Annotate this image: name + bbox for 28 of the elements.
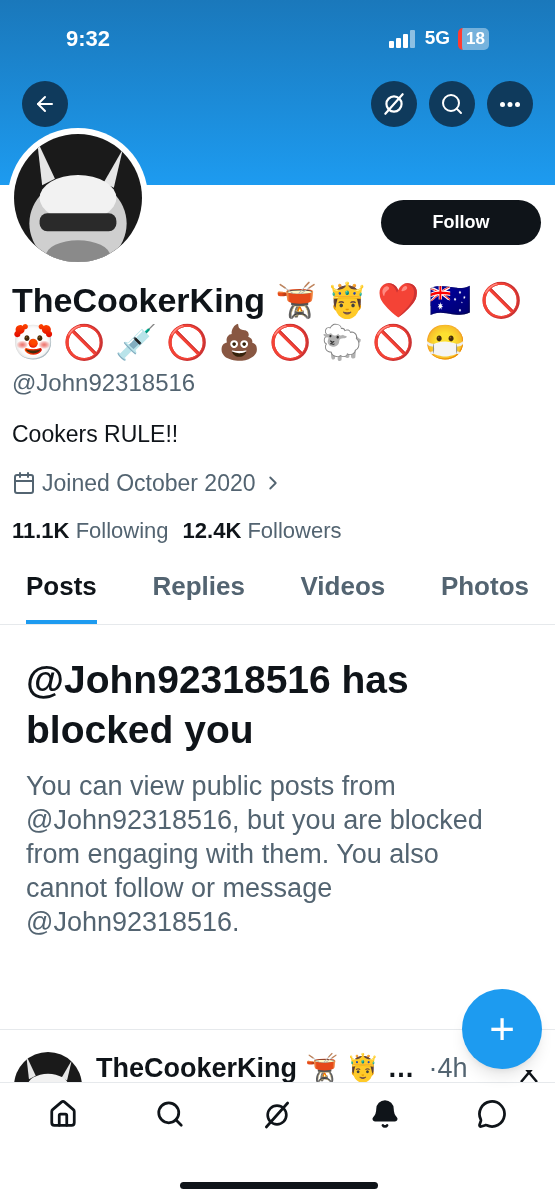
- status-time: 9:32: [66, 25, 111, 53]
- profile-tab[interactable]: Posts: [26, 567, 97, 624]
- following-link[interactable]: 11.1K Following: [12, 514, 169, 547]
- profile-handle: @John92318516: [12, 368, 197, 398]
- profile-tab[interactable]: Replies: [152, 567, 245, 624]
- search-icon: [440, 92, 464, 116]
- search-button[interactable]: [429, 81, 475, 127]
- joined-date: Joined October 2020: [42, 468, 256, 498]
- back-button[interactable]: [22, 81, 68, 127]
- profile-tab[interactable]: Photos: [440, 567, 529, 624]
- home-icon[interactable]: [48, 1099, 79, 1129]
- blocked-message: You can view public posts from @John92318516, but you are blocked from engaging with them. You also cannot follow or message @John92318516.: [26, 770, 484, 939]
- grok-button[interactable]: [371, 81, 417, 127]
- network-label: 5G: [424, 26, 451, 51]
- more-button[interactable]: [487, 81, 533, 127]
- follow-button[interactable]: Follow: [381, 200, 541, 245]
- profile-name: TheCookerKing 🫕 🤴 ❤ 🇦🇺 🚫 🤡 🚫 💉 🚫 💩 🚫 🐑 🚫 😷: [12, 280, 524, 363]
- signal-icon: [388, 29, 417, 48]
- search-icon[interactable]: [154, 1099, 185, 1129]
- profile-bio: Cookers RULE!!: [12, 420, 180, 449]
- profile-tab[interactable]: Videos: [300, 567, 386, 624]
- message-icon[interactable]: [476, 1099, 507, 1129]
- slashed-circle-icon: [381, 91, 407, 117]
- more-icon: [500, 101, 520, 107]
- calendar-icon: [12, 470, 36, 495]
- followers-link[interactable]: 12.4K Followers: [182, 514, 342, 547]
- battery-indicator: 18: [458, 27, 489, 50]
- blocked-title: @John92318516 has blocked you: [26, 657, 410, 753]
